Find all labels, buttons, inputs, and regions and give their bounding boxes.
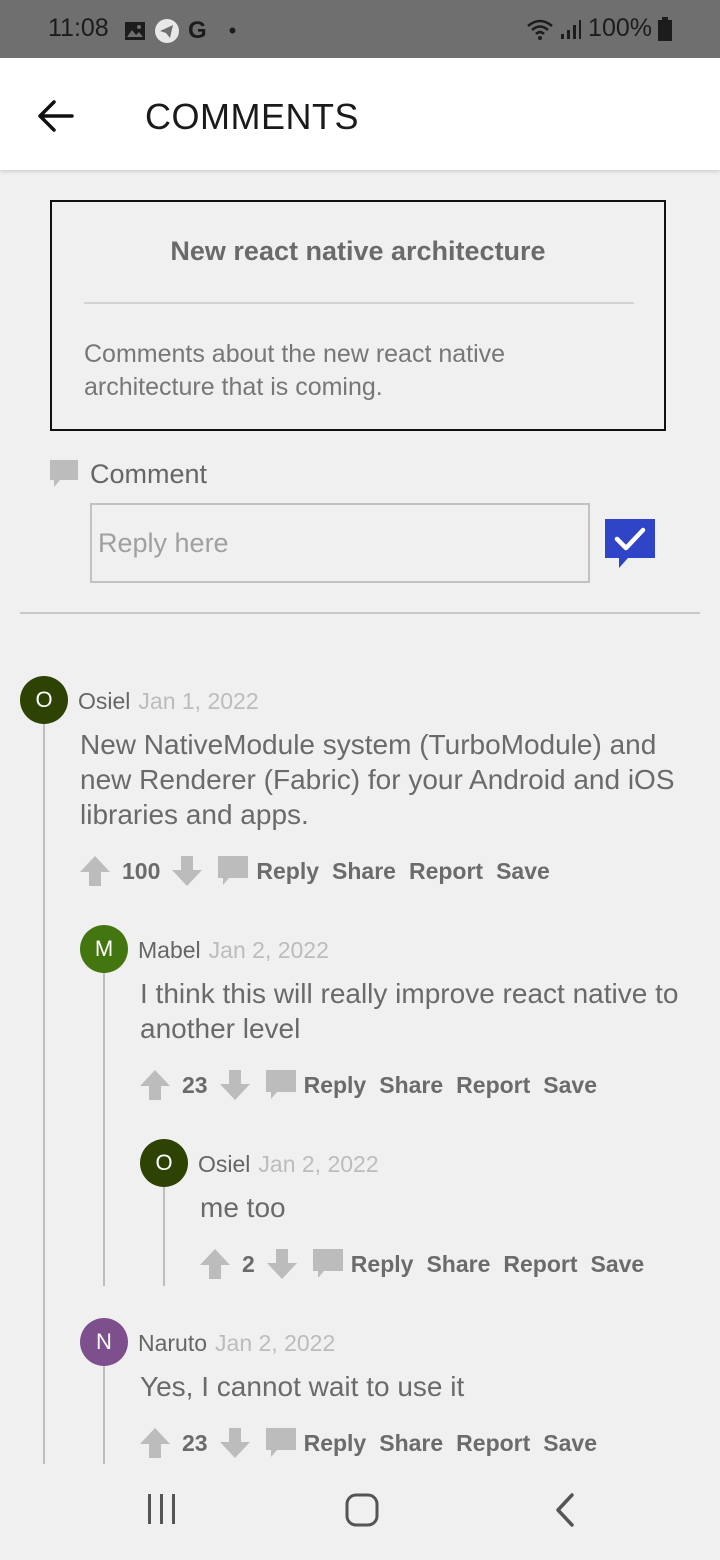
- reply-button[interactable]: Reply: [351, 1251, 414, 1278]
- wifi-icon: [527, 19, 553, 40]
- reply-chat-icon[interactable]: [264, 1068, 298, 1102]
- system-nav-bar: [0, 1464, 720, 1560]
- comment-actions: 100 Reply Share Report Save: [78, 851, 563, 891]
- vote-count: 23: [182, 1071, 208, 1098]
- comment-actions: 2 Reply Share Report Save: [198, 1244, 657, 1284]
- recent-apps-icon[interactable]: [146, 1492, 178, 1526]
- author-name[interactable]: Naruto: [138, 1330, 207, 1356]
- comment-date: Jan 2, 2022: [208, 937, 329, 963]
- telegram-icon: [155, 19, 179, 43]
- save-button[interactable]: Save: [543, 1072, 597, 1099]
- downvote-arrow-icon[interactable]: [218, 1426, 252, 1460]
- downvote-arrow-icon[interactable]: [218, 1068, 252, 1102]
- avatar[interactable]: O: [140, 1139, 188, 1187]
- back-arrow-icon[interactable]: [34, 94, 78, 138]
- comment-label: Comment: [90, 458, 208, 489]
- submit-comment-button[interactable]: [604, 518, 656, 570]
- comment-body: me too: [200, 1190, 700, 1225]
- reply-chat-icon[interactable]: [216, 854, 250, 888]
- back-nav-icon[interactable]: [552, 1492, 578, 1528]
- author-name[interactable]: Osiel: [78, 688, 130, 714]
- comment-icon: [50, 460, 78, 487]
- comment-date: Jan 2, 2022: [215, 1330, 336, 1356]
- reply-input[interactable]: [90, 503, 590, 583]
- comment-body-line: another level: [140, 1013, 301, 1044]
- comment-body-line: New NativeModule system (TurboModule) an…: [80, 729, 657, 760]
- comment-body: Yes, I cannot wait to use it: [140, 1369, 700, 1404]
- reply-chat-icon[interactable]: [264, 1426, 298, 1460]
- gallery-icon: [125, 22, 145, 40]
- comment-author: Osiel Jan 1, 2022: [78, 688, 259, 715]
- report-button[interactable]: Report: [456, 1430, 530, 1457]
- author-name[interactable]: Osiel: [198, 1151, 250, 1177]
- comment-date: Jan 1, 2022: [138, 688, 259, 714]
- comment-actions: 23 Reply Share Report Save: [138, 1423, 610, 1463]
- status-time: 11:08: [48, 14, 109, 42]
- app-header: COMMENTS: [0, 58, 720, 170]
- post-description-line: architecture that is coming.: [84, 373, 383, 401]
- report-button[interactable]: Report: [409, 858, 483, 885]
- share-button[interactable]: Share: [379, 1072, 443, 1099]
- status-notification-icons: G •: [124, 17, 236, 45]
- comment-body-line: libraries and apps.: [80, 799, 309, 830]
- post-card: New react native architecture Comments a…: [50, 200, 666, 431]
- reply-button[interactable]: Reply: [304, 1072, 367, 1099]
- comment-body-line: new Renderer (Fabric) for your Android a…: [80, 764, 675, 795]
- comment-body-line: Yes, I cannot wait to use it: [140, 1371, 465, 1402]
- post-title: New react native architecture: [170, 236, 546, 266]
- upvote-arrow-icon[interactable]: [138, 1068, 172, 1102]
- post-description: Comments about the new react native arch…: [84, 338, 634, 404]
- thread-line: [43, 724, 45, 1464]
- home-icon[interactable]: [344, 1492, 380, 1528]
- thread-line: [103, 1366, 105, 1464]
- battery-icon: [658, 16, 672, 41]
- share-button[interactable]: Share: [332, 858, 396, 885]
- post-divider: [84, 302, 634, 304]
- comment-actions: 23 Reply Share Report Save: [138, 1065, 610, 1105]
- save-button[interactable]: Save: [543, 1430, 597, 1457]
- comment-author: Naruto Jan 2, 2022: [138, 1330, 335, 1357]
- comment-label-row: Comment: [48, 458, 207, 490]
- reply-button[interactable]: Reply: [256, 858, 319, 885]
- share-button[interactable]: Share: [379, 1430, 443, 1457]
- downvote-arrow-icon[interactable]: [170, 854, 204, 888]
- upvote-arrow-icon[interactable]: [198, 1247, 232, 1281]
- battery-percent: 100%: [588, 14, 652, 42]
- google-icon: G: [188, 17, 207, 44]
- comment-date: Jan 2, 2022: [258, 1151, 379, 1177]
- save-button[interactable]: Save: [496, 858, 550, 885]
- upvote-arrow-icon[interactable]: [78, 854, 112, 888]
- report-button[interactable]: Report: [456, 1072, 530, 1099]
- status-system-icons: 100%: [526, 14, 672, 43]
- comment-author: Mabel Jan 2, 2022: [138, 937, 329, 964]
- vote-count: 100: [122, 857, 161, 884]
- dot-icon: •: [228, 18, 237, 43]
- avatar[interactable]: M: [80, 925, 128, 973]
- share-button[interactable]: Share: [426, 1251, 490, 1278]
- reply-button[interactable]: Reply: [304, 1430, 367, 1457]
- vote-count: 2: [242, 1250, 255, 1277]
- upvote-arrow-icon[interactable]: [138, 1426, 172, 1460]
- post-description-line: Comments about the new react native: [84, 340, 506, 368]
- save-button[interactable]: Save: [591, 1251, 645, 1278]
- report-button[interactable]: Report: [503, 1251, 577, 1278]
- author-name[interactable]: Mabel: [138, 937, 201, 963]
- vote-count: 23: [182, 1429, 208, 1456]
- comment-body: I think this will really improve react n…: [140, 976, 700, 1046]
- avatar[interactable]: O: [20, 676, 68, 724]
- downvote-arrow-icon[interactable]: [265, 1247, 299, 1281]
- avatar[interactable]: N: [80, 1318, 128, 1366]
- comment-body: New NativeModule system (TurboModule) an…: [80, 727, 700, 832]
- comment-body-line: I think this will really improve react n…: [140, 978, 679, 1009]
- signal-icon: [561, 19, 582, 39]
- thread-line: [163, 1187, 165, 1286]
- comment-author: Osiel Jan 2, 2022: [198, 1151, 379, 1178]
- status-bar: 11:08 G • 100%: [0, 0, 720, 58]
- section-divider: [20, 612, 700, 614]
- thread-line: [103, 973, 105, 1286]
- reply-chat-icon[interactable]: [311, 1247, 345, 1281]
- comment-body-line: me too: [200, 1192, 286, 1223]
- page-title: COMMENTS: [145, 96, 359, 137]
